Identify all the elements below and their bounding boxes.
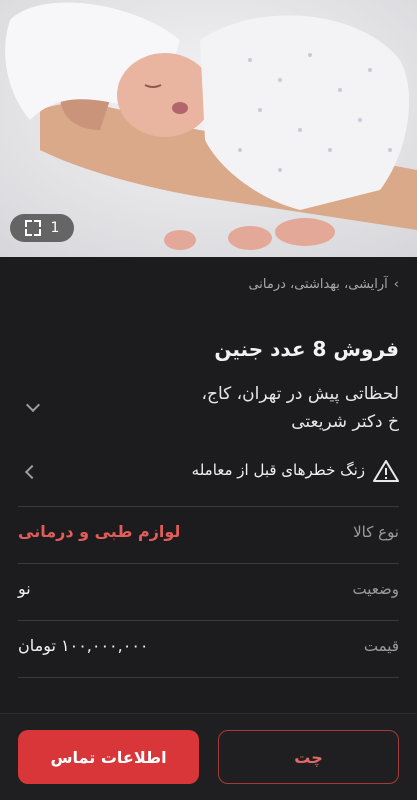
detail-value: نو [18, 579, 31, 598]
warning-text: زنگ خطرهای قبل از معامله [191, 461, 365, 479]
listing-title: فروش 8 عدد جنین [214, 337, 399, 361]
listing-details: › آرایشی، بهداشتی، درمانی فروش 8 عدد جنی… [0, 257, 417, 717]
detail-label: نوع کالا [353, 523, 399, 541]
chevron-right-icon: › [393, 277, 399, 292]
listing-location: لحظاتی پیش در تهران، کاج، خ دکتر شریعتی [201, 384, 399, 432]
chevron-left-icon [24, 464, 40, 480]
contact-info-button[interactable]: اطلاعات تماس [18, 730, 199, 784]
detail-label: وضعیت [352, 580, 399, 598]
detail-row-price: قیمت ۱۰۰,۰۰۰,۰۰۰ تومان [18, 621, 399, 677]
chat-button[interactable]: چت [218, 730, 399, 784]
breadcrumb-category[interactable]: آرایشی، بهداشتی، درمانی [248, 277, 387, 292]
location-expand-toggle[interactable] [24, 397, 42, 414]
detail-value[interactable]: لوازم طبی و درمانی [18, 522, 180, 541]
detail-label: قیمت [363, 637, 399, 655]
detail-value: ۱۰۰,۰۰۰,۰۰۰ تومان [18, 636, 149, 655]
detail-row-type: نوع کالا لوازم طبی و درمانی [18, 507, 399, 563]
detail-row-condition: وضعیت نو [18, 564, 399, 620]
scam-warning-row[interactable]: زنگ خطرهای قبل از معامله [0, 453, 417, 493]
breadcrumb[interactable]: › آرایشی، بهداشتی، درمانی [248, 277, 399, 292]
image-counter: 1 [50, 220, 60, 236]
action-bar: اطلاعات تماس چت [0, 713, 417, 800]
warning-triangle-icon [373, 460, 399, 482]
fullscreen-icon [24, 220, 41, 236]
image-counter-badge[interactable]: 1 [10, 214, 74, 242]
divider [18, 677, 399, 678]
chevron-down-icon [25, 397, 41, 413]
listing-image[interactable]: 1 [0, 0, 417, 257]
